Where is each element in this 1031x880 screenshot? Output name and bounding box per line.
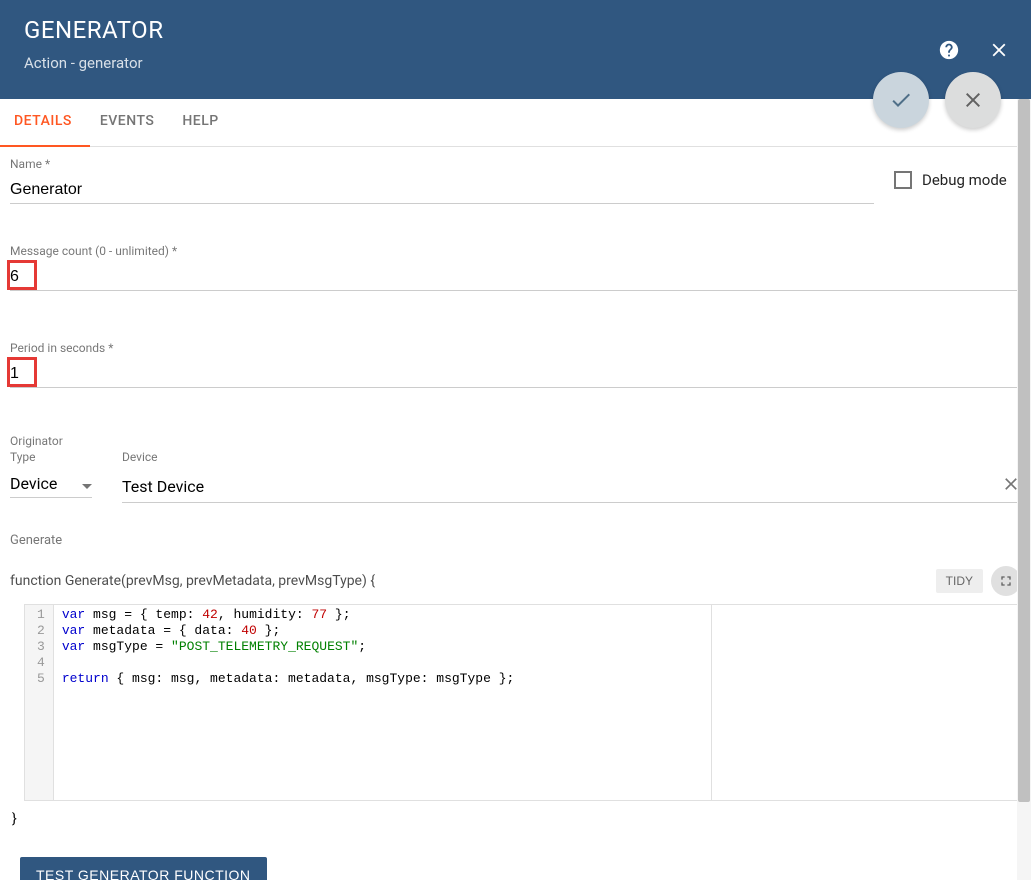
msgcount-input[interactable] — [10, 264, 1021, 291]
debug-checkbox[interactable] — [894, 171, 912, 189]
chevron-down-icon — [82, 474, 92, 493]
type-value: Device — [10, 474, 57, 493]
closing-brace: } — [12, 811, 1021, 827]
debug-label: Debug mode — [922, 171, 1007, 189]
close-icon[interactable] — [987, 38, 1011, 62]
device-value: Test Device — [122, 477, 204, 496]
type-select[interactable]: Device — [10, 470, 92, 498]
msgcount-label: Message count (0 - unlimited) * — [10, 244, 1021, 258]
scrollbar[interactable] — [1017, 99, 1031, 880]
period-label: Period in seconds * — [10, 341, 1021, 355]
tab-events[interactable]: EVENTS — [100, 99, 183, 146]
generate-label: Generate — [10, 533, 1021, 548]
test-function-button[interactable]: TEST GENERATOR FUNCTION — [20, 857, 267, 880]
device-input[interactable]: Test Device — [122, 470, 1021, 503]
originator-label: Originator — [10, 434, 1021, 448]
help-icon[interactable] — [937, 38, 961, 62]
dialog-subtitle: Action - generator — [24, 54, 1007, 72]
scrollbar-thumb[interactable] — [1018, 99, 1030, 802]
code-editor[interactable]: 1 2 3 4 5 var msg = { temp: 42, humidity… — [24, 604, 1021, 801]
name-input[interactable] — [10, 177, 874, 204]
tidy-button[interactable]: TIDY — [936, 569, 983, 593]
gutter: 1 2 3 4 5 — [25, 605, 54, 800]
type-label: Type — [10, 450, 92, 464]
function-signature: function Generate(prevMsg, prevMetadata,… — [10, 573, 375, 589]
content: Name * Debug mode Message count (0 - unl… — [0, 147, 1031, 880]
editor-split — [711, 605, 712, 800]
tab-help[interactable]: HELP — [182, 99, 246, 146]
tab-indicator — [0, 145, 90, 147]
tab-details[interactable]: DETAILS — [14, 99, 100, 146]
period-input[interactable] — [10, 361, 1021, 388]
dialog-title: GENERATOR — [24, 16, 1007, 44]
code-area[interactable]: var msg = { temp: 42, humidity: 77 }; va… — [54, 605, 1020, 800]
device-label: Device — [122, 450, 1021, 464]
name-label: Name * — [10, 157, 874, 171]
cancel-button[interactable] — [945, 72, 1001, 128]
apply-button[interactable] — [873, 72, 929, 128]
